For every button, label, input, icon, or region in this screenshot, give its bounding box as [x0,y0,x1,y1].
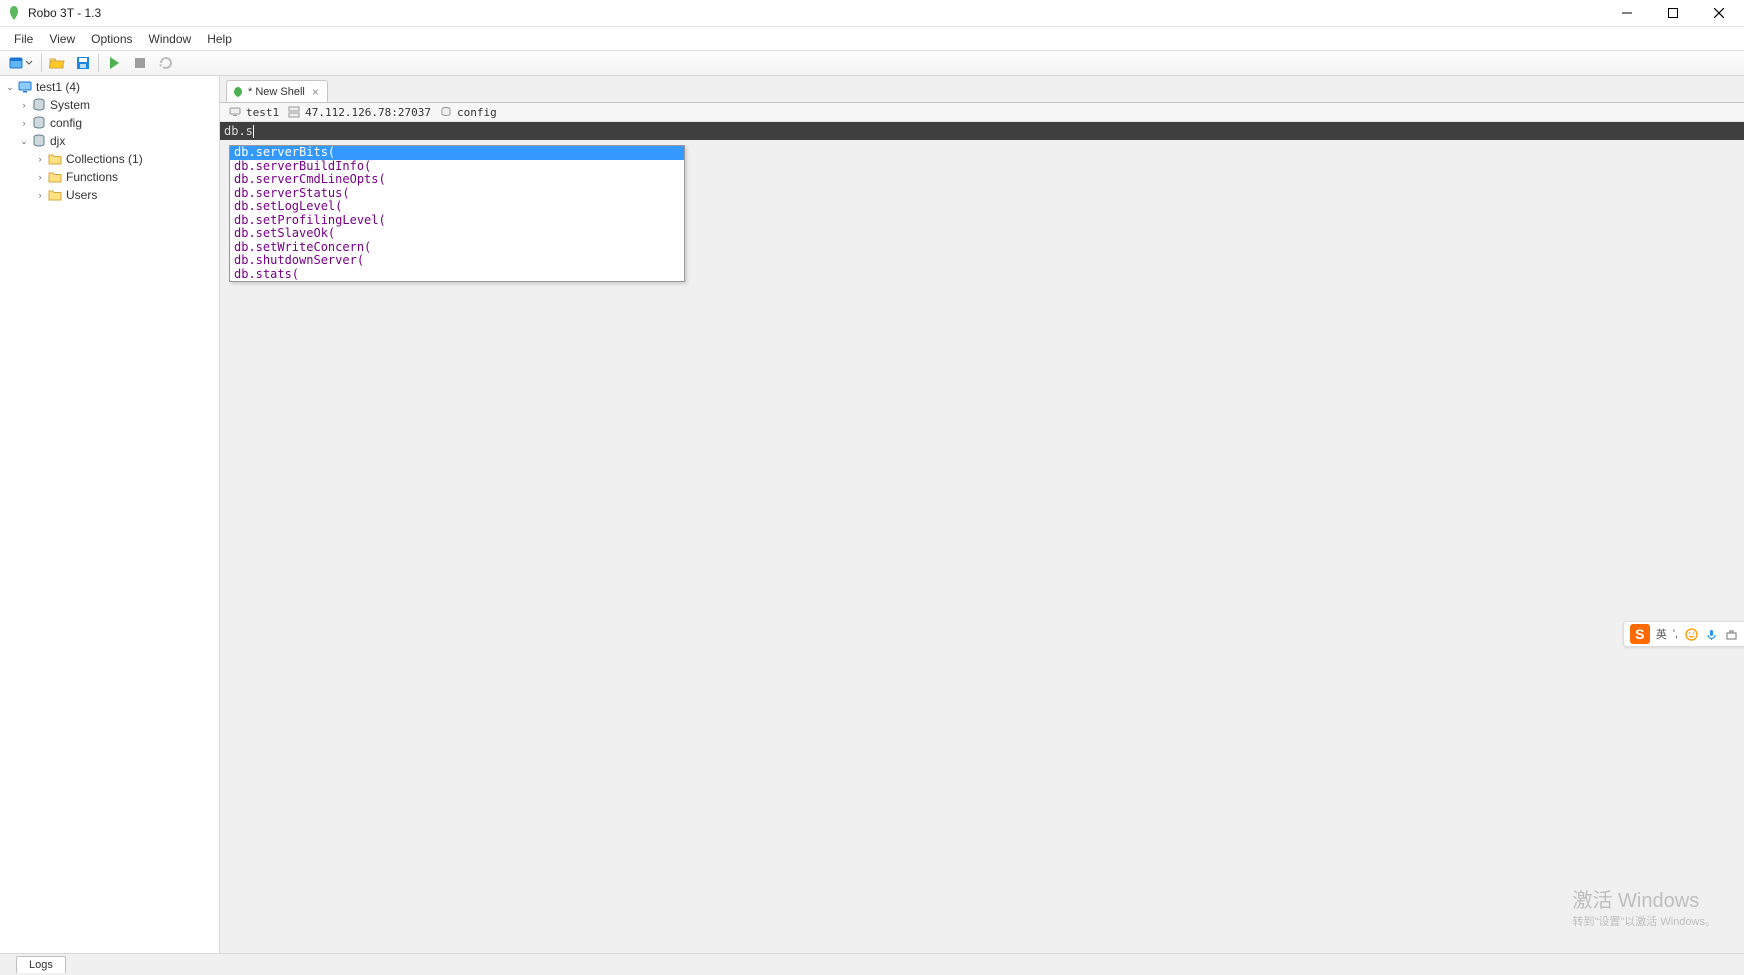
watermark-line2: 转到"设置"以激活 Windows。 [1573,913,1717,929]
menu-options[interactable]: Options [83,29,140,49]
smiley-icon[interactable] [1684,627,1698,641]
tree-label: Collections (1) [66,152,143,166]
ime-lang[interactable]: 英 [1656,626,1667,642]
minimize-button[interactable] [1604,0,1650,27]
caret-right-icon: › [34,171,46,183]
tree-label: config [50,116,82,130]
context-label: test1 [246,106,279,119]
context-bar: test1 47.112.126.78:27037 config [220,102,1744,122]
toolbar [0,50,1744,76]
rotate-button[interactable] [154,52,178,74]
context-database[interactable]: config [439,105,497,119]
database-icon [31,133,47,149]
stop-button[interactable] [128,52,152,74]
close-button[interactable] [1696,0,1742,27]
context-label: config [457,106,497,119]
computer-icon [228,105,242,119]
context-label: 47.112.126.78:27037 [305,106,431,119]
toolbox-icon[interactable] [1724,627,1738,641]
menu-window[interactable]: Window [141,29,200,49]
toolbar-separator [98,54,99,72]
caret-down-icon: ⌄ [18,135,30,147]
activation-watermark: 激活 Windows 转到"设置"以激活 Windows。 [1573,884,1717,929]
tree-collections[interactable]: › Collections (1) [0,150,219,168]
database-icon [31,115,47,131]
menu-help[interactable]: Help [199,29,240,49]
server-icon [287,105,301,119]
caret-down-icon: ⌄ [4,81,16,93]
tree-functions[interactable]: › Functions [0,168,219,186]
open-button[interactable] [45,52,69,74]
autocomplete-option[interactable]: db.stats( [230,268,684,282]
editor-text: db.s [224,124,253,138]
database-icon [439,105,453,119]
tree-label: System [50,98,90,112]
shell-editor[interactable]: db.s [220,122,1744,140]
autocomplete-option[interactable]: db.serverBits( [230,146,684,160]
toolbar-separator [41,54,42,72]
menu-file[interactable]: File [6,29,41,49]
logs-button[interactable]: Logs [16,956,66,973]
tab-label: * New Shell [248,86,305,98]
watermark-line1: 激活 Windows [1573,884,1717,913]
connect-button[interactable] [4,52,38,74]
ime-toolbar[interactable]: S 英 ', [1623,621,1744,647]
mic-icon[interactable] [1704,627,1718,641]
folder-icon [47,187,63,203]
autocomplete-option[interactable]: db.shutdownServer( [230,254,684,268]
database-icon [31,97,47,113]
text-cursor [253,125,254,138]
context-connection[interactable]: test1 [228,105,279,119]
tree-db-djx[interactable]: ⌄ djx [0,132,219,150]
connections-tree: ⌄ test1 (4) › System › config ⌄ djx › [0,76,220,953]
tree-connection[interactable]: ⌄ test1 (4) [0,78,219,96]
autocomplete-option[interactable]: db.setProfilingLevel( [230,214,684,228]
maximize-button[interactable] [1650,0,1696,27]
computer-icon [17,79,33,95]
app-icon [6,5,22,21]
tree-label: test1 (4) [36,80,80,94]
save-button[interactable] [71,52,95,74]
sogou-icon: S [1630,624,1650,644]
autocomplete-option[interactable]: db.serverBuildInfo( [230,160,684,174]
folder-icon [47,151,63,167]
folder-icon [47,169,63,185]
tab-new-shell[interactable]: * New Shell × [226,80,328,102]
autocomplete-option[interactable]: db.serverCmdLineOpts( [230,173,684,187]
tree-label: Functions [66,170,118,184]
menu-view[interactable]: View [41,29,83,49]
tab-strip: * New Shell × [220,76,1744,102]
leaf-icon [233,87,243,97]
caret-right-icon: › [34,153,46,165]
ime-punct[interactable]: ', [1673,628,1678,640]
tree-label: djx [50,134,65,148]
title-bar: Robo 3T - 1.3 [0,0,1744,27]
window-title: Robo 3T - 1.3 [28,6,1604,20]
caret-right-icon: › [18,117,30,129]
execute-button[interactable] [102,52,126,74]
tree-users[interactable]: › Users [0,186,219,204]
autocomplete-option[interactable]: db.setLogLevel( [230,200,684,214]
autocomplete-option[interactable]: db.setWriteConcern( [230,241,684,255]
menu-bar: File View Options Window Help [0,27,1744,50]
caret-right-icon: › [18,99,30,111]
caret-right-icon: › [34,189,46,201]
autocomplete-option[interactable]: db.serverStatus( [230,187,684,201]
autocomplete-option[interactable]: db.setSlaveOk( [230,227,684,241]
tree-db-system[interactable]: › System [0,96,219,114]
tree-label: Users [66,188,97,202]
tree-db-config[interactable]: › config [0,114,219,132]
context-host[interactable]: 47.112.126.78:27037 [287,105,431,119]
tab-close-icon[interactable]: × [310,85,321,99]
status-bar: Logs [0,953,1744,975]
autocomplete-popup: db.serverBits( db.serverBuildInfo( db.se… [229,145,685,282]
